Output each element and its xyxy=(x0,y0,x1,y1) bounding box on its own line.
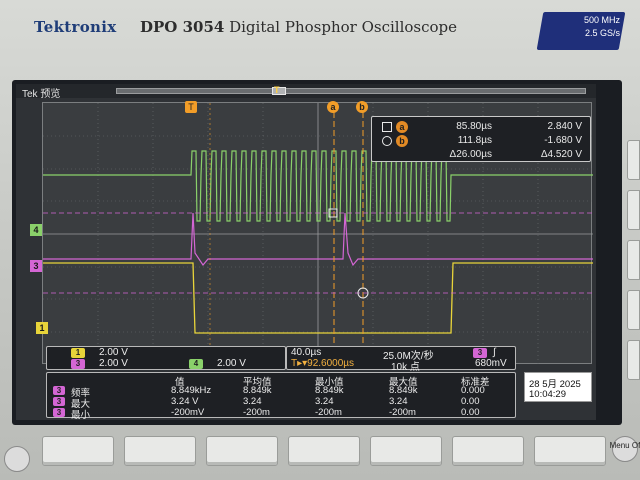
sample-rate-label: 2.5 GS/s xyxy=(584,28,620,38)
bottom-softkey-row xyxy=(42,436,606,470)
measurement-row: 3 最小 -200mV -200m -200m -200m 0.00 xyxy=(47,407,517,420)
date-label: 28 5月 2025 xyxy=(529,379,581,390)
cursor-a-badge: a xyxy=(396,121,408,133)
square-cursor-icon xyxy=(382,122,392,132)
trigger-position: T▸▾92.6000µs xyxy=(291,358,355,369)
model-name: Digital Phosphor Oscilloscope xyxy=(229,18,458,36)
ch3-scale-badge: 3 xyxy=(71,359,85,369)
print-button[interactable] xyxy=(4,446,30,472)
softkey-7[interactable] xyxy=(534,436,606,466)
softkey-4[interactable] xyxy=(288,436,360,466)
oscilloscope-screen: Tek 预览 T T a b 4 3 1 a 85.80µs 2.840 V b… xyxy=(16,84,596,420)
trigger-level: 680mV xyxy=(475,358,507,369)
side-menu-button-2[interactable] xyxy=(627,190,640,230)
ch1-scale-badge: 1 xyxy=(71,348,85,358)
menu-off-button[interactable]: Menu Off xyxy=(610,436,640,476)
cursor-a-tag[interactable]: a xyxy=(327,101,339,113)
cursor-row-a: a 85.80µs 2.840 V xyxy=(372,120,592,134)
measurement-row: 3 最大 3.24 V 3.24 3.24 3.24 0.00 xyxy=(47,396,517,410)
measurement-value: 8.849kHz xyxy=(171,385,212,396)
bandwidth-label: 500 MHz xyxy=(583,15,620,25)
date-time-box: 28 5月 2025 10:04:29 xyxy=(524,372,592,402)
circle-cursor-icon xyxy=(382,136,392,146)
cursor-row-b: b 111.8µs -1.680 V xyxy=(372,134,592,148)
model-number: DPO 3054 xyxy=(140,18,225,36)
record-trigger-marker: T xyxy=(274,85,280,95)
tek-preview-label: Tek 预览 xyxy=(22,89,61,100)
measurement-min: -200m xyxy=(315,407,342,418)
record-length-bar xyxy=(116,88,586,94)
trigger-slope-icon: ∫ xyxy=(493,347,496,358)
ch1-scale: 2.00 V xyxy=(99,347,128,358)
bottom-readout-panel: 1 2.00 V 3 2.00 V 4 2.00 V 40.0µs T▸▾92.… xyxy=(16,342,596,420)
measurement-value: 3.24 V xyxy=(171,396,199,407)
measurement-row: 3 频率 8.849kHz 8.849k 8.849k 8.849k 0.000 xyxy=(47,385,517,399)
side-menu-button-4[interactable] xyxy=(627,290,640,330)
horizontal-scale: 40.0µs xyxy=(291,347,322,358)
side-menu-button-1[interactable] xyxy=(627,140,640,180)
cursor-b-time: 111.8µs xyxy=(457,135,492,146)
ch4-scale-badge: 4 xyxy=(189,359,203,369)
spec-text: 500 MHz 2.5 GS/s xyxy=(556,14,620,40)
measurement-table[interactable]: 值 平均值 最小值 最大值 标准差 3 频率 8.849kHz 8.849k 8… xyxy=(46,372,517,420)
softkey-5[interactable] xyxy=(370,436,442,466)
measurement-source-badge: 3 xyxy=(53,397,65,406)
ch3-scale: 2.00 V xyxy=(99,358,128,369)
measurement-std: 0.00 xyxy=(461,407,480,418)
trigger-source-badge: 3 xyxy=(473,348,487,358)
ch3-ground-marker[interactable]: 3 xyxy=(30,260,42,272)
measurement-mean: 3.24 xyxy=(243,396,262,407)
ch1-ground-marker[interactable]: 1 xyxy=(36,322,48,334)
channel-scale-box[interactable]: 1 2.00 V 3 2.00 V 4 2.00 V xyxy=(46,346,286,370)
softkey-6[interactable] xyxy=(452,436,524,466)
measurement-source-badge: 3 xyxy=(53,408,65,417)
trigger-position-marker[interactable]: T xyxy=(185,101,197,113)
menu-off-label: Menu Off xyxy=(609,441,640,450)
measurement-max: -200m xyxy=(389,407,416,418)
cursor-b-voltage: -1.680 V xyxy=(544,135,582,146)
cursor-a-time: 85.80µs xyxy=(456,121,492,132)
measurement-value: -200mV xyxy=(171,407,205,418)
measurement-max: 8.849k xyxy=(389,385,418,396)
cursor-b-badge: b xyxy=(396,135,408,147)
measurement-source-badge: 3 xyxy=(53,386,65,395)
cursor-delta-time: Δ26.00µs xyxy=(449,149,492,160)
measurement-std: 0.000 xyxy=(461,385,485,396)
model-title: DPO 3054 Digital Phosphor Oscilloscope xyxy=(140,18,457,36)
measurement-std: 0.00 xyxy=(461,396,480,407)
ch4-scale: 2.00 V xyxy=(217,358,246,369)
time-label: 10:04:29 xyxy=(529,389,566,400)
softkey-2[interactable] xyxy=(124,436,196,466)
measurement-header-row: 值 平均值 最小值 最大值 标准差 xyxy=(47,374,517,388)
softkey-1[interactable] xyxy=(42,436,114,466)
measurement-min: 8.849k xyxy=(315,385,344,396)
softkey-3[interactable] xyxy=(206,436,278,466)
measurement-mean: -200m xyxy=(243,407,270,418)
cursor-a-voltage: 2.840 V xyxy=(547,121,582,132)
side-menu-button-3[interactable] xyxy=(627,240,640,280)
measurement-mean: 8.849k xyxy=(243,385,272,396)
measurement-min: 3.24 xyxy=(315,396,334,407)
record-view-strip: Tek 预览 T xyxy=(16,84,596,100)
cursor-row-delta: Δ26.00µs Δ4.520 V xyxy=(372,148,592,162)
measurement-label: 最小 xyxy=(71,410,91,420)
measurement-max: 3.24 xyxy=(389,396,408,407)
brand-logo: Tektronix xyxy=(34,18,117,36)
cursor-delta-voltage: Δ4.520 V xyxy=(540,149,582,160)
ch4-ground-marker[interactable]: 4 xyxy=(30,224,42,236)
cursor-readout: a 85.80µs 2.840 V b 111.8µs -1.680 V Δ26… xyxy=(371,116,591,162)
cursor-b-tag[interactable]: b xyxy=(356,101,368,113)
side-menu-button-5[interactable] xyxy=(627,340,640,380)
record-length: 10k 点 xyxy=(391,362,420,373)
timebase-box[interactable]: 40.0µs T▸▾92.6000µs 25.0M次/秒 10k 点 3 ∫ 6… xyxy=(286,346,516,373)
